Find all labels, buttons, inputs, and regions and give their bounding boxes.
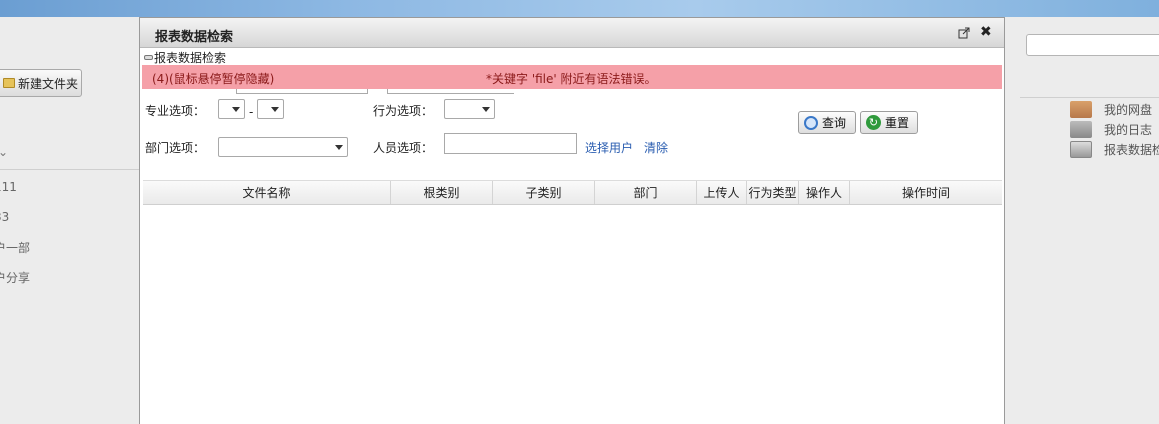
report-icon xyxy=(1070,141,1092,158)
refresh-icon: ↻ xyxy=(866,115,881,130)
sidebar-item[interactable]: 33 xyxy=(0,210,9,224)
person-label: 人员选项： xyxy=(373,141,434,155)
column-header[interactable]: 上传人 xyxy=(697,181,747,204)
column-header[interactable]: 部门 xyxy=(595,181,697,204)
right-sidebar: 我的网盘 我的日志 报表数据检 xyxy=(1004,17,1159,424)
link-my-log[interactable]: 我的日志 xyxy=(1070,121,1152,138)
dialog-titlebar[interactable]: 报表数据检索 ✖ xyxy=(140,18,1004,48)
link-report[interactable]: 报表数据检 xyxy=(1070,141,1159,158)
reset-label: 重置 xyxy=(885,116,910,130)
disk-icon xyxy=(1070,101,1092,118)
divider xyxy=(0,169,140,170)
report-search-dialog: 报表数据检索 ✖ 报表数据检索 (4)(鼠标悬停暂停隐藏) *关键字 'file… xyxy=(139,17,1005,424)
sub-caption-label: 报表数据检索 xyxy=(154,51,227,65)
dept-label: 部门选项： xyxy=(145,141,206,155)
column-header[interactable]: 操作时间 xyxy=(850,181,1002,204)
behavior-label: 行为选项： xyxy=(373,104,434,118)
link-my-disk[interactable]: 我的网盘 xyxy=(1070,101,1152,118)
results-table-header: 文件名称 根类别 子类别 部门 上传人 行为类型 操作人 操作时间 xyxy=(143,180,1002,205)
sidebar-item[interactable]: 111 xyxy=(0,180,17,194)
error-message: *关键字 'file' 附近有语法错误。 xyxy=(486,72,657,86)
error-counter: (4)(鼠标悬停暂停隐藏) xyxy=(152,72,275,86)
search-input[interactable] xyxy=(1026,34,1159,56)
folder-icon xyxy=(3,78,15,88)
chevron-down-icon[interactable]: ⌄ xyxy=(0,145,8,159)
popout-icon[interactable] xyxy=(958,27,970,39)
new-folder-label: 新建文件夹 xyxy=(18,76,79,91)
query-button[interactable]: 查询 xyxy=(798,111,856,134)
sub-caption[interactable]: 报表数据检索 xyxy=(144,49,226,66)
clear-link[interactable]: 清除 xyxy=(644,139,668,156)
log-icon xyxy=(1070,121,1092,138)
divider xyxy=(1020,97,1159,98)
select-user-link[interactable]: 选择用户 xyxy=(585,139,633,156)
major-sub-select[interactable] xyxy=(257,99,284,119)
column-header[interactable]: 文件名称 xyxy=(143,181,391,204)
link-label: 报表数据检 xyxy=(1104,143,1159,157)
dialog-title: 报表数据检索 xyxy=(155,30,234,45)
person-input[interactable] xyxy=(444,133,577,154)
link-label: 我的网盘 xyxy=(1104,103,1153,117)
major-select[interactable] xyxy=(218,99,245,119)
major-separator: - xyxy=(249,105,254,119)
new-folder-button[interactable]: 新建文件夹 xyxy=(0,69,82,97)
left-sidebar: 新建文件夹 ⌄ 111 33 户一部 户分享 xyxy=(0,17,140,424)
column-header[interactable]: 根类别 xyxy=(391,181,493,204)
link-label: 我的日志 xyxy=(1104,123,1153,137)
close-icon[interactable]: ✖ xyxy=(980,24,992,40)
column-header[interactable]: 操作人 xyxy=(799,181,850,204)
collapse-icon[interactable] xyxy=(144,55,153,60)
dept-select[interactable] xyxy=(218,137,348,157)
major-label: 专业选项： xyxy=(145,104,206,118)
search-icon xyxy=(804,115,818,130)
error-bar[interactable]: (4)(鼠标悬停暂停隐藏) *关键字 'file' 附近有语法错误。 xyxy=(142,65,1002,89)
column-header[interactable]: 子类别 xyxy=(493,181,595,204)
sidebar-item[interactable]: 户分享 xyxy=(0,269,30,286)
top-banner xyxy=(0,0,1159,17)
column-header[interactable]: 行为类型 xyxy=(747,181,799,204)
behavior-select[interactable] xyxy=(444,99,495,119)
sidebar-item[interactable]: 户一部 xyxy=(0,239,30,256)
reset-button[interactable]: ↻ 重置 xyxy=(860,111,918,134)
query-label: 查询 xyxy=(822,116,847,130)
